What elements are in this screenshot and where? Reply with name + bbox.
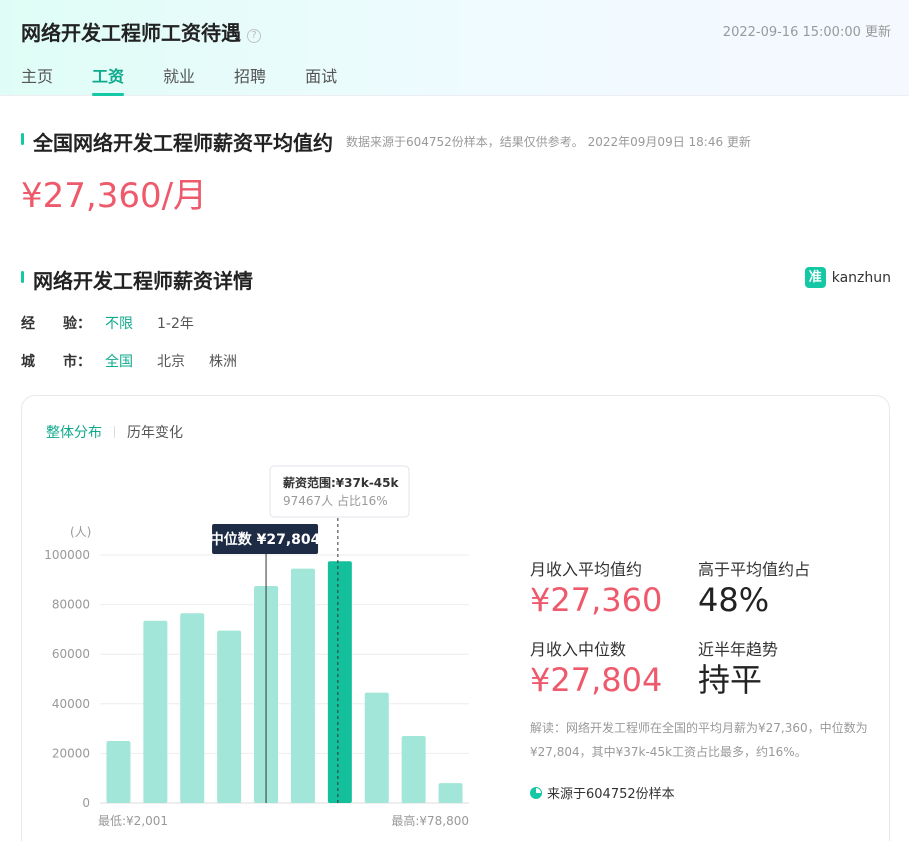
- tab-recruitment[interactable]: 招聘: [234, 63, 266, 96]
- salary-distribution-card: 整体分布 历年变化 (人) 0 20000 40000 60000 80000 100000…: [21, 395, 890, 841]
- stat-trend: 近半年趋势 持平: [698, 636, 778, 700]
- y-axis-unit: (人): [70, 525, 91, 539]
- tooltip-body: 97467人 占比16%: [283, 493, 388, 508]
- brand[interactable]: 准 kanzhun: [804, 267, 891, 288]
- stat-trend-value: 持平: [698, 661, 763, 699]
- sample-source: 来源于604752份样本: [530, 783, 675, 802]
- y-tick-label: 20000: [52, 746, 90, 760]
- chart-bar: [364, 692, 389, 803]
- chart-bar: [327, 561, 352, 803]
- stat-median: 月收入中位数 ¥27,804: [530, 636, 662, 700]
- stat-above-label: 高于平均值约占: [698, 560, 811, 579]
- filter-experience-any[interactable]: 不限: [105, 313, 133, 333]
- stat-median-label: 月收入中位数: [530, 640, 627, 659]
- avg-section-subtitle: 数据来源于604752份样本，结果仅供参考。 2022年09月09日 18:46…: [346, 135, 751, 149]
- x-max-label: 最高:¥78,800: [391, 813, 469, 828]
- stat-median-value: ¥27,804: [530, 661, 663, 699]
- x-min-label: 最低:¥2,001: [98, 814, 168, 828]
- tab-interview[interactable]: 面试: [305, 63, 337, 96]
- filter-city-beijing[interactable]: 北京: [157, 351, 185, 371]
- filter-experience-label: 经 验：: [21, 316, 91, 332]
- stat-above-value: 48%: [698, 581, 770, 619]
- chart-bar: [106, 741, 131, 803]
- stat-above: 高于平均值约占 48%: [698, 556, 810, 620]
- filter-city-all[interactable]: 全国: [105, 351, 133, 371]
- page-header: 网络开发工程师工资待遇? 2022-09-16 15:00:00 更新 主页 工…: [0, 0, 909, 96]
- main-tabs: 主页 工资 就业 招聘 面试: [21, 63, 376, 96]
- chart-bar: [401, 736, 426, 803]
- interpretation-text: 解读：网络开发工程师在全国的平均月薪为¥27,360，中位数为¥27,804，其…: [530, 721, 868, 759]
- stat-avg-label: 月收入平均值约: [530, 560, 643, 579]
- filter-city-label: 城 市：: [21, 354, 91, 370]
- detail-section-title: 网络开发工程师薪资详情: [21, 265, 253, 294]
- median-label: 中位数 ¥27,804: [210, 531, 321, 548]
- chart-bar: [217, 630, 242, 803]
- page-title-text: 网络开发工程师工资待遇: [21, 21, 241, 45]
- chart-bar: [438, 783, 463, 803]
- avg-section-title: 全国网络开发工程师薪资平均值约: [21, 127, 333, 156]
- stat-avg-value: ¥27,360: [530, 581, 663, 619]
- brand-name: kanzhun: [831, 269, 891, 286]
- chart-bar: [143, 620, 168, 803]
- page-title: 网络开发工程师工资待遇?: [21, 17, 261, 46]
- kanzhun-logo-icon: 准: [804, 267, 826, 288]
- y-tick-label: 80000: [52, 598, 90, 612]
- filter-city-zhuzhou[interactable]: 株洲: [209, 351, 237, 371]
- filter-city: 城 市： 全国 北京 株洲: [21, 351, 261, 371]
- tooltip-title: 薪资范围:¥37k-45k: [283, 475, 400, 490]
- chart-bar: [290, 568, 315, 803]
- y-tick-label: 40000: [52, 697, 90, 711]
- stat-avg: 月收入平均值约 ¥27,360: [530, 556, 662, 620]
- tab-salary[interactable]: 工资: [92, 63, 125, 96]
- tab-home[interactable]: 主页: [21, 63, 53, 96]
- tooltip-box: [269, 465, 410, 518]
- y-tick-label: 60000: [52, 647, 90, 661]
- y-tick-label: 100000: [44, 548, 90, 562]
- update-time: 2022-09-16 15:00:00 更新: [722, 25, 891, 40]
- avg-salary-value: ¥27,360/月: [21, 176, 208, 216]
- sample-source-text: 来源于604752份样本: [547, 787, 675, 802]
- help-icon[interactable]: ?: [247, 29, 261, 43]
- tab-employment[interactable]: 就业: [163, 63, 195, 96]
- stat-trend-label: 近半年趋势: [698, 640, 779, 659]
- pie-chart-icon: [530, 786, 542, 799]
- filter-experience-1-2[interactable]: 1-2年: [157, 313, 194, 333]
- salary-distribution-chart: (人) 0 20000 40000 60000 80000 100000 中位数 ¥27,80…: [44, 465, 469, 828]
- chart-bar: [180, 613, 205, 803]
- y-tick-label: 0: [82, 796, 90, 810]
- filter-experience: 经 验： 不限 1-2年: [21, 313, 218, 333]
